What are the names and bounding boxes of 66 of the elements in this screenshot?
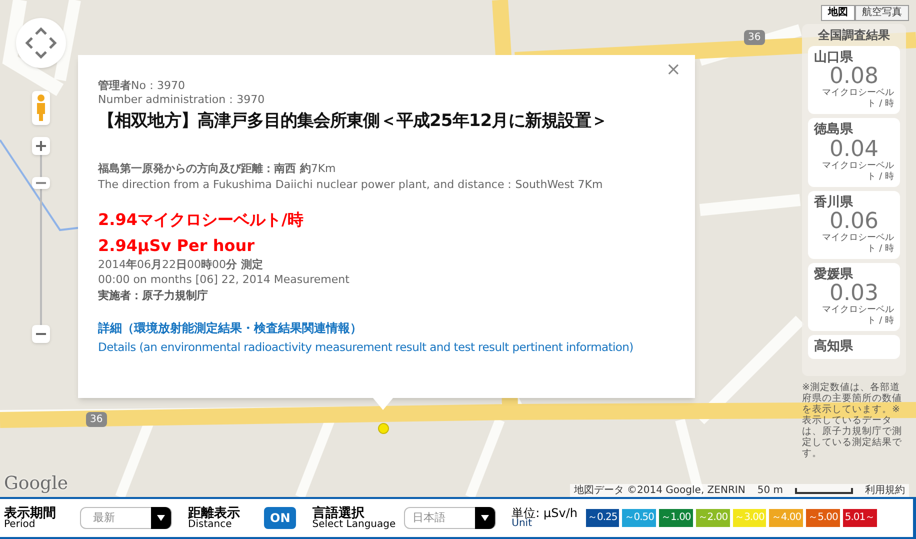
prefecture-name: 山口県 xyxy=(814,50,854,66)
google-logo: Google xyxy=(4,472,68,496)
period-sublabel: Period xyxy=(4,520,36,530)
dose-rate: 2.94マイクロシーベルト/時 xyxy=(98,208,304,230)
language-select[interactable]: 日本語 xyxy=(404,507,496,529)
prefecture-name: 高知県 xyxy=(814,339,854,356)
legend-swatch: ～0.50 xyxy=(622,509,656,527)
legend-swatch: ～1.00 xyxy=(659,509,693,527)
language-sublabel: Select Language xyxy=(312,520,396,530)
unit-label: 単位: μSv/h xyxy=(512,507,578,519)
prefecture-name: 徳島県 xyxy=(814,122,854,138)
zoom-out-button[interactable] xyxy=(32,325,50,343)
close-button[interactable]: × xyxy=(666,61,681,79)
direction-distance: 福島第一原発からの方向及び距離：南西 約7Km xyxy=(98,162,337,176)
dose-value: 0.06 xyxy=(828,210,878,233)
plus-icon xyxy=(36,141,46,151)
minus-icon xyxy=(36,333,46,335)
period-value: 最新 xyxy=(93,510,115,526)
legend-swatch: ～4.00 xyxy=(769,509,804,527)
panel-notes: ※測定数値は、各部道府県の主要箇所の数値を表示しています。※表示しているデータは、原子力規制庁で測定している測定結果です。 xyxy=(802,382,903,459)
terms-link[interactable]: 利用規約 xyxy=(865,484,905,497)
map-type-tab[interactable]: 航空写真 xyxy=(855,5,909,21)
admin-number: 管理者No：3970 xyxy=(98,79,186,93)
zoom-slider-handle[interactable] xyxy=(32,177,50,189)
distance-label: 距離表示 xyxy=(188,506,240,520)
unit-sublabel: Unit xyxy=(512,519,532,529)
admin-number-english: Number administration：3970 xyxy=(98,92,266,106)
map-type-tab[interactable]: 地図 xyxy=(821,5,855,21)
prefecture-name: 香川県 xyxy=(814,194,854,211)
measured-time: 2014年06月22日00時00分 測定 xyxy=(98,258,264,272)
language-value: 日本語 xyxy=(412,510,446,526)
dose-value: 0.03 xyxy=(828,283,878,305)
dose-rate-english: 2.94μSv Per hour xyxy=(98,234,256,256)
zoom-in-button[interactable] xyxy=(32,137,50,155)
details-link[interactable]: 詳細（環境放射能測定結果・検査結果関連情報） xyxy=(98,318,362,337)
legend-swatch: ～5.00 xyxy=(806,509,840,527)
dose-value: 0.04 xyxy=(828,138,880,160)
pan-arrows-icon xyxy=(24,26,58,60)
legend-swatch: 5.01～ xyxy=(842,509,877,527)
panel-title: 全国調査結果 xyxy=(817,27,891,44)
details-link-english[interactable]: Details (an environmental radioactivity measurement result and test result pertinent information) xyxy=(98,338,634,356)
distance-toggle[interactable]: ON xyxy=(264,507,296,529)
map-attribution: 地図データ ©2014 Google, ZENRIN xyxy=(574,484,746,497)
measured-time-english: 00:00 on months [06] 22, 2014 Measurement xyxy=(98,273,350,287)
dose-unit: マイクロシーベルト / 時 xyxy=(821,160,894,182)
period-label: 表示期間 xyxy=(4,506,56,520)
pegman-icon xyxy=(36,94,46,122)
dose-unit: マイクロシーベルト / 時 xyxy=(821,232,894,255)
dose-value: 0.08 xyxy=(828,66,878,88)
legend-swatch: ～2.00 xyxy=(696,509,730,527)
site-title: 【相双地方】高津戸多目的集会所東側＜平成25年12月に新規設置＞ xyxy=(98,110,609,132)
distance-sublabel: Distance xyxy=(188,520,232,530)
dose-unit: マイクロシーベルト / 時 xyxy=(821,305,894,327)
direction-distance-english: The direction from a Fukushima Daiichi nuclear power plant, and distance：SouthWest 7Km xyxy=(98,178,604,192)
dose-unit: マイクロシーベルト / 時 xyxy=(821,88,894,110)
minus-icon xyxy=(36,182,46,184)
period-select[interactable]: 最新 xyxy=(80,507,172,529)
road-number-label: 36 xyxy=(744,30,765,45)
legend-swatch: ～3.00 xyxy=(732,509,766,527)
road-number-label: 36 xyxy=(86,412,107,427)
agency: 実施者：原子力規制庁 xyxy=(98,289,209,303)
language-label: 言語選択 xyxy=(312,506,364,520)
scale-label: 50 m xyxy=(757,484,783,497)
scale-bar-icon xyxy=(795,488,853,494)
legend-swatch: ～0.25 xyxy=(586,509,620,527)
prefecture-name: 愛媛県 xyxy=(814,266,854,283)
